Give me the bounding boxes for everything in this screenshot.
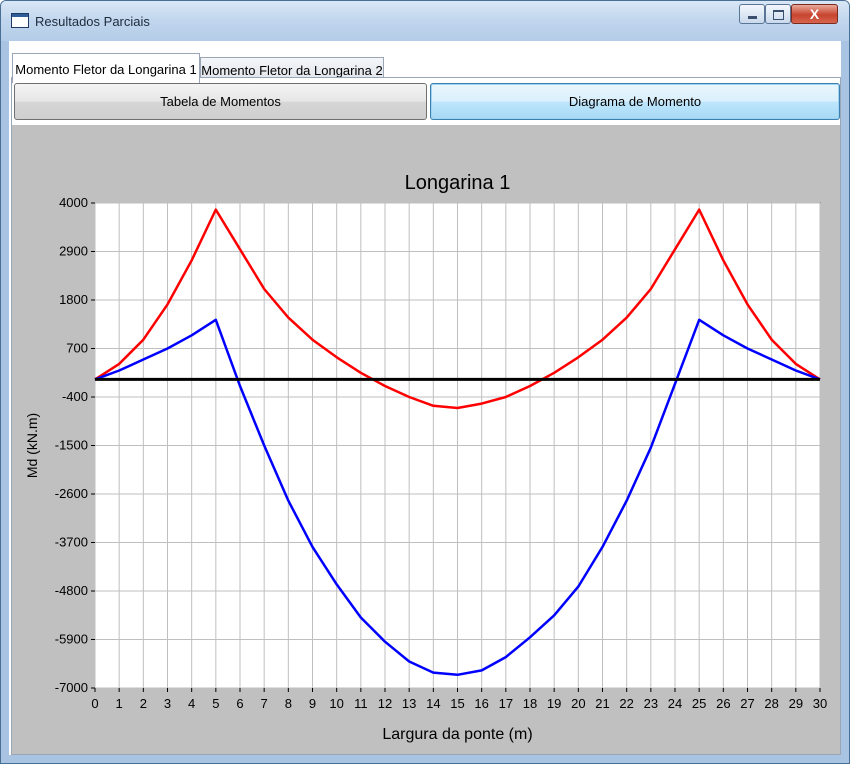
y-tick-label: 2900 (59, 244, 88, 259)
table-of-moments-button[interactable]: Tabela de Momentos (14, 83, 427, 120)
x-tick-label: 2 (140, 696, 147, 711)
y-tick-label: 700 (66, 341, 88, 356)
x-tick-label: 8 (285, 696, 292, 711)
x-tick-label: 13 (402, 696, 416, 711)
chart-svg: 0 1 2 3 4 5 6 7 8 9 10 11 12 13 14 15 16 17 18 19 20 21 22 23 24… (12, 125, 840, 754)
x-tick-label: 21 (595, 696, 609, 711)
y-tick-label: 4000 (59, 195, 88, 210)
maximize-button[interactable] (765, 4, 791, 24)
x-tick-label: 18 (523, 696, 537, 711)
title-bar[interactable]: Resultados Parciais X (1, 1, 849, 41)
x-tick-label: 0 (91, 696, 98, 711)
x-tick-label: 5 (212, 696, 219, 711)
x-tick-label: 12 (378, 696, 392, 711)
x-tick-label: 17 (499, 696, 513, 711)
x-tick-label: 30 (813, 696, 827, 711)
x-tick-label: 22 (619, 696, 633, 711)
y-axis-label: Md (kN.m) (24, 413, 40, 478)
x-tick-label: 19 (547, 696, 561, 711)
y-tick-label: -1500 (55, 438, 88, 453)
tab-panel: Tabela de Momentos Diagrama de Momento 0… (11, 77, 841, 755)
x-tick-label: 9 (309, 696, 316, 711)
y-tick-label: -2600 (55, 486, 88, 501)
x-tick-label: 11 (354, 696, 368, 711)
window-title: Resultados Parciais (35, 14, 150, 29)
x-tick-label: 6 (236, 696, 243, 711)
minimize-button[interactable] (739, 4, 765, 24)
window-icon (11, 13, 29, 28)
x-tick-label: 24 (668, 696, 682, 711)
tab-longarina-1[interactable]: Momento Fletor da Longarina 1 (12, 53, 200, 83)
x-tick-label: 27 (740, 696, 754, 711)
moment-chart: 0 1 2 3 4 5 6 7 8 9 10 11 12 13 14 15 16 17 18 19 20 21 22 23 24… (12, 125, 840, 754)
x-tick-label: 4 (188, 696, 195, 711)
moment-diagram-button[interactable]: Diagrama de Momento (430, 83, 840, 120)
x-tick-label: 20 (571, 696, 585, 711)
y-tick-label: -5900 (55, 632, 88, 647)
y-tick-label: -7000 (55, 680, 88, 695)
x-axis-label: Largura da ponte (m) (382, 726, 532, 743)
x-tick-label: 14 (426, 696, 440, 711)
x-tick-label: 23 (644, 696, 658, 711)
chart-title: Longarina 1 (405, 172, 511, 194)
x-tick-label: 26 (716, 696, 730, 711)
y-tick-label: 1800 (59, 292, 88, 307)
client-area: Momento Fletor da Longarina 1 Momento Fl… (9, 41, 841, 755)
x-tick-label: 15 (450, 696, 464, 711)
x-tick-label: 29 (789, 696, 803, 711)
x-tick-label: 10 (329, 696, 343, 711)
close-button[interactable]: X (791, 4, 838, 24)
x-tick-label: 28 (764, 696, 778, 711)
x-tick-label: 1 (116, 696, 123, 711)
close-icon: X (809, 6, 820, 22)
y-tick-label: -400 (62, 389, 88, 404)
x-tick-label: 7 (261, 696, 268, 711)
x-tick-label: 25 (692, 696, 706, 711)
x-tick-label: 3 (164, 696, 171, 711)
x-tick-label: 16 (474, 696, 488, 711)
y-tick-label: -3700 (55, 535, 88, 550)
app-window: Resultados Parciais X Momento Fletor da … (0, 0, 850, 764)
y-tick-label: -4800 (55, 583, 88, 598)
